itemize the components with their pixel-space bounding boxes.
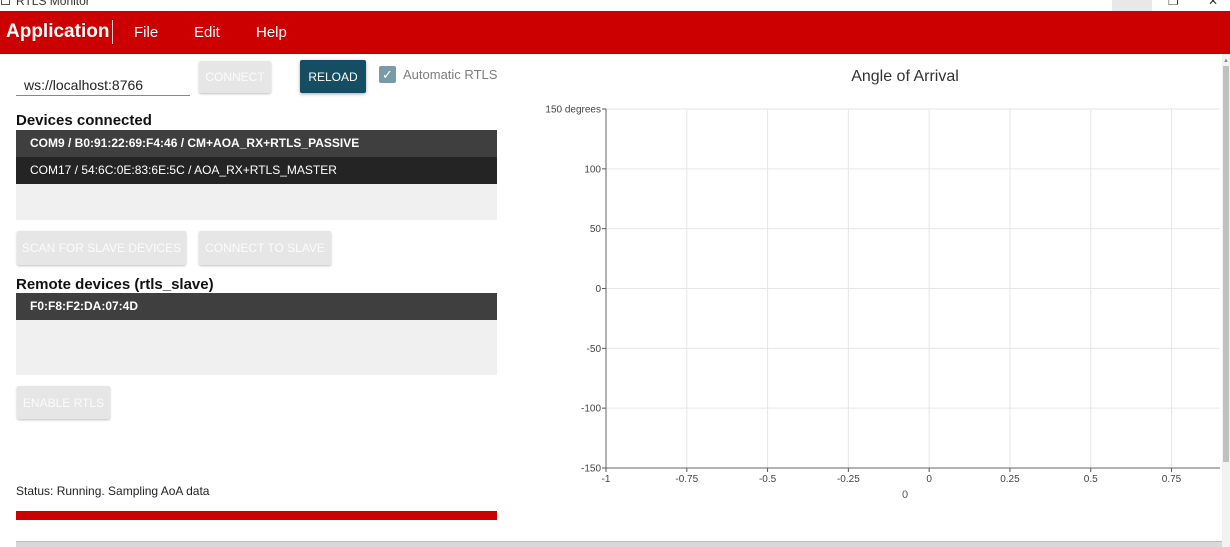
- window-titlebar: RTLS Monitor ❐ ✕: [0, 0, 1230, 11]
- remote-devices-list: F0:F8:F2:DA:07:4D: [16, 293, 497, 375]
- menu-edit[interactable]: Edit: [194, 24, 220, 42]
- device-list-item[interactable]: COM9 / B0:91:22:69:F4:46 / CM+AOA_RX+RTL…: [16, 130, 497, 157]
- x-tick-label: 0.25: [1000, 474, 1020, 485]
- angle-of-arrival-chart: Angle of Arrival -1 -0.75 -0.5 -0.25 0 0.25 0.…: [545, 68, 1220, 501]
- devices-connected-title: Devices connected: [16, 112, 152, 129]
- x-tick-label: -0.75: [675, 474, 698, 485]
- remote-devices-title: Remote devices (rtls_slave): [16, 276, 214, 293]
- connect-to-slave-button[interactable]: CONNECT TO SLAVE: [199, 231, 331, 265]
- app-window: RTLS Monitor ❐ ✕ Application File Edit H…: [0, 0, 1230, 547]
- app-brand: Application: [6, 21, 110, 42]
- close-icon[interactable]: ✕: [1208, 0, 1218, 8]
- status-progress-fill: [16, 511, 497, 520]
- x-tick-label: -1: [602, 474, 611, 485]
- remote-device-list-item[interactable]: F0:F8:F2:DA:07:4D: [16, 293, 497, 320]
- x-tick-label: 0.75: [1162, 474, 1182, 485]
- minimize-button[interactable]: [1112, 0, 1152, 11]
- y-tick-label: -50: [587, 344, 602, 355]
- menu-help[interactable]: Help: [256, 24, 287, 42]
- horizontal-scrollbar[interactable]: [16, 541, 1222, 547]
- automatic-rtls-label: Automatic RTLS: [403, 67, 498, 82]
- y-tick-label: 100: [584, 164, 601, 175]
- scroll-up-icon[interactable]: ▲: [1222, 57, 1230, 65]
- maximize-icon[interactable]: ❐: [1168, 0, 1179, 8]
- checkbox-checked-icon[interactable]: ✓: [379, 66, 396, 83]
- menu-file[interactable]: File: [134, 24, 158, 42]
- websocket-url-input[interactable]: [16, 66, 190, 96]
- x-tick-label: 0.5: [1084, 474, 1098, 485]
- app-window-icon: [1, 0, 10, 5]
- y-tick-label: 50: [590, 224, 602, 235]
- chart-axes: -1 -0.75 -0.5 -0.25 0 0.25 0.5 0.75 150 degrees 1…: [545, 105, 1220, 485]
- reload-button[interactable]: RELOAD: [300, 60, 366, 93]
- app-bar: Application File Edit Help: [0, 11, 1230, 54]
- x-axis-label: 0: [902, 489, 908, 501]
- scrollbar-thumb[interactable]: [1223, 66, 1229, 462]
- devices-connected-list: COM9 / B0:91:22:69:F4:46 / CM+AOA_RX+RTL…: [16, 130, 497, 220]
- device-list-item[interactable]: COM17 / 54:6C:0E:83:6E:5C / AOA_RX+RTLS_…: [16, 157, 497, 184]
- x-tick-label: -0.5: [759, 474, 777, 485]
- y-tick-label: -100: [581, 404, 601, 415]
- scan-slave-devices-button[interactable]: SCAN FOR SLAVE DEVICES: [17, 231, 186, 265]
- y-tick-label: 0: [595, 284, 601, 295]
- enable-rtls-button[interactable]: ENABLE RTLS: [17, 386, 110, 419]
- window-title: RTLS Monitor: [16, 0, 90, 8]
- chart-grid: [605, 108, 1220, 469]
- brand-divider: [112, 20, 113, 44]
- x-tick-label: -0.25: [837, 474, 860, 485]
- connect-button[interactable]: CONNECT: [199, 61, 271, 93]
- y-tick-label: -150: [581, 464, 601, 475]
- chart-title: Angle of Arrival: [851, 68, 959, 85]
- x-tick-label: 0: [926, 474, 932, 485]
- status-progress-bar: [16, 511, 497, 520]
- status-text: Status: Running. Sampling AoA data: [16, 484, 210, 498]
- vertical-scrollbar[interactable]: ▲: [1222, 54, 1230, 547]
- y-tick-label: 150 degrees: [545, 105, 601, 116]
